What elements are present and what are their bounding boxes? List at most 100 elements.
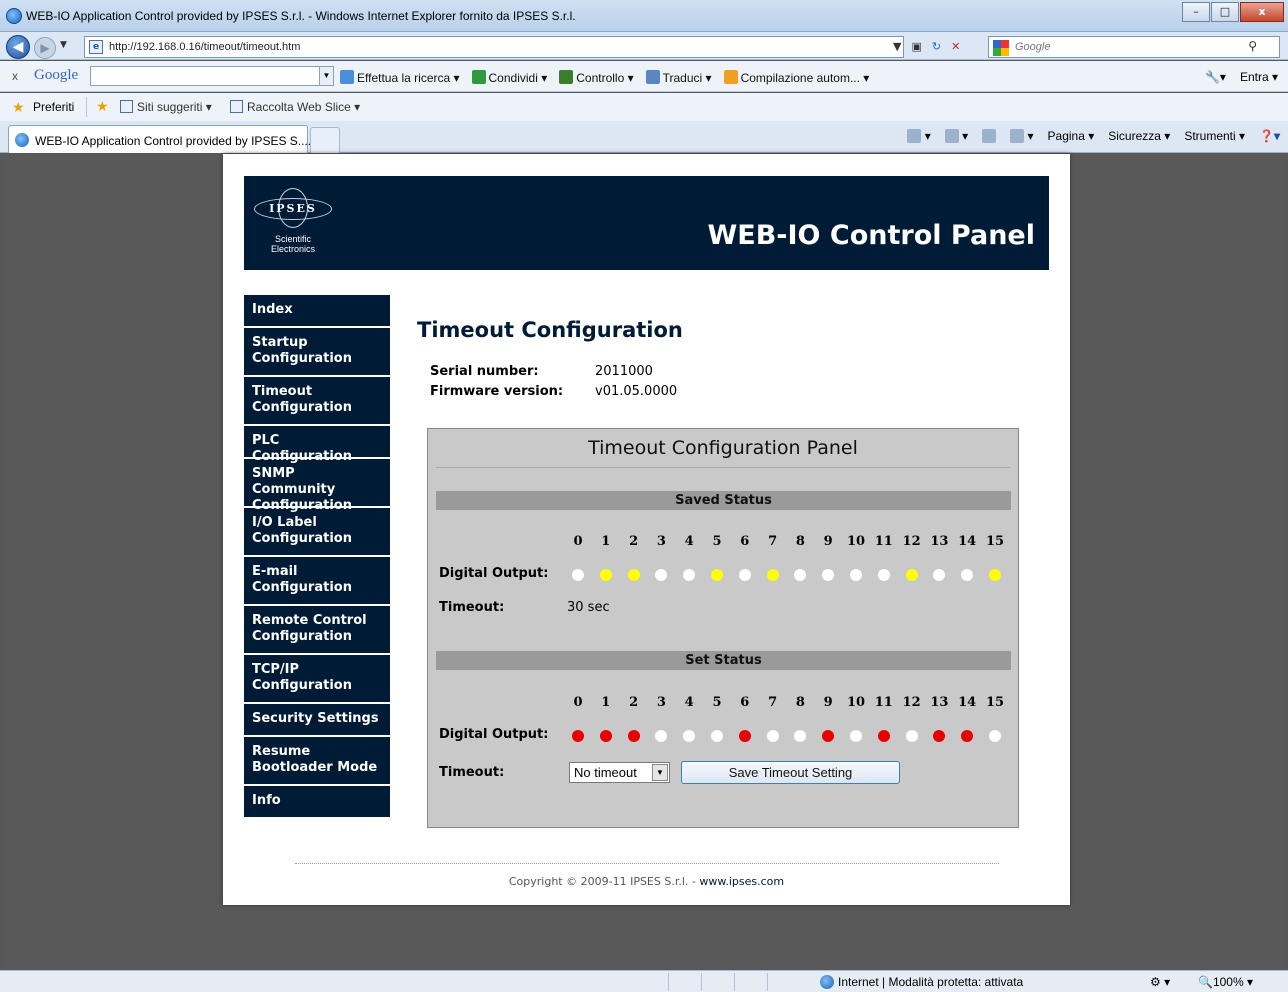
url-text: http://192.168.0.16/timeout/timeout.htm: [109, 41, 301, 53]
set-output-led[interactable]: [794, 730, 807, 742]
google-search-button[interactable]: Effettua la ricerca ▾: [340, 70, 460, 85]
sidebar-item[interactable]: I/O Label Configuration: [244, 508, 390, 557]
help-icon[interactable]: ❓▾: [1259, 129, 1280, 143]
suggested-sites-link[interactable]: Siti suggeriti ▾: [120, 100, 212, 114]
set-output-led[interactable]: [850, 730, 862, 742]
forward-button[interactable]: ▶: [34, 37, 56, 59]
protected-mode-icon[interactable]: ⚙ ▾: [1150, 975, 1170, 989]
set-output-led[interactable]: [822, 730, 835, 742]
tab-active[interactable]: WEB-IO Application Control provided by I…: [8, 125, 311, 153]
security-zone[interactable]: Internet | Modalità protetta: attivata: [820, 975, 1023, 989]
channel-number: 9: [823, 695, 833, 710]
sidebar-item[interactable]: PLC Configuration: [244, 426, 390, 464]
set-output-led[interactable]: [877, 730, 890, 742]
sidebar-item[interactable]: Timeout Configuration: [244, 377, 390, 426]
minimize-button[interactable]: –: [1182, 2, 1210, 22]
sidebar-item[interactable]: SNMP Community Configuration: [244, 459, 390, 513]
google-search-input[interactable]: ▼: [90, 66, 334, 86]
web-slice-gallery-link[interactable]: Raccolta Web Slice ▾: [230, 100, 360, 114]
safety-menu[interactable]: Sicurezza ▾: [1108, 129, 1170, 143]
sidebar-item[interactable]: Info: [244, 786, 390, 819]
check-button[interactable]: Controllo ▾: [559, 70, 634, 85]
new-tab-button[interactable]: [310, 127, 340, 153]
favorites-star-icon[interactable]: ★: [12, 99, 25, 116]
chevron-down-icon[interactable]: ▼: [319, 67, 333, 85]
saved-output-led: [794, 569, 807, 581]
share-button[interactable]: Condividi ▾: [471, 70, 547, 85]
sidebar-item[interactable]: Security Settings: [244, 704, 390, 737]
close-button[interactable]: x: [1240, 2, 1284, 22]
set-output-label: Digital Output:: [439, 727, 549, 742]
set-output-led[interactable]: [627, 730, 640, 742]
set-status-header: Set Status: [436, 651, 1011, 670]
channel-number: 2: [629, 695, 639, 710]
save-timeout-button[interactable]: Save Timeout Setting: [681, 761, 900, 784]
url-dropdown-icon[interactable]: ▼: [893, 40, 901, 53]
sidebar-item[interactable]: Resume Bootloader Mode: [244, 737, 390, 786]
close-toolbar-icon[interactable]: x: [12, 69, 18, 83]
saved-output-led: [627, 569, 640, 581]
google-toolbar-right: 🔧▾ Entra ▾: [1205, 70, 1278, 84]
maximize-button[interactable]: □: [1211, 2, 1239, 22]
home-icon[interactable]: ▾: [907, 129, 931, 143]
favorites-bar: ★ Preferiti ★ Siti suggeriti ▾ Raccolta …: [0, 93, 1288, 121]
recent-pages-dropdown[interactable]: ▼: [60, 40, 67, 50]
channel-number: 5: [712, 695, 722, 710]
autofill-button[interactable]: Compilazione autom... ▾: [723, 70, 869, 85]
page-icon: [120, 100, 133, 113]
set-output-led[interactable]: [572, 730, 584, 742]
sidebar-item[interactable]: Remote Control Configuration: [244, 606, 390, 655]
window-controls: – □ x: [1181, 2, 1284, 22]
set-output-led[interactable]: [655, 730, 668, 742]
search-icon[interactable]: ⚲: [1248, 39, 1257, 53]
sidebar-item-label-2: Configuration: [252, 400, 352, 415]
back-button[interactable]: ◀: [6, 35, 30, 59]
google-logo[interactable]: Google: [34, 67, 78, 84]
saved-output-led: [683, 569, 696, 581]
sidebar-item[interactable]: Startup Configuration: [244, 328, 390, 377]
feeds-icon[interactable]: ▾: [944, 129, 968, 143]
chevron-down-icon[interactable]: ▼: [652, 764, 668, 781]
set-output-led[interactable]: [905, 730, 918, 742]
add-favorite-icon[interactable]: ★: [96, 98, 109, 115]
page-title: Timeout Configuration: [417, 318, 683, 342]
sidebar-item[interactable]: TCP/IP Configuration: [244, 655, 390, 704]
favorites-button[interactable]: Preferiti: [33, 100, 74, 114]
url-field[interactable]: e http://192.168.0.16/timeout/timeout.ht…: [84, 36, 904, 58]
set-output-led[interactable]: [738, 730, 751, 742]
stop-icon[interactable]: ✕: [951, 40, 960, 53]
channel-number: 3: [656, 695, 666, 710]
set-output-led[interactable]: [683, 730, 696, 742]
window-title: WEB-IO Application Control provided by I…: [26, 9, 576, 23]
set-output-led[interactable]: [766, 730, 779, 742]
tools-menu[interactable]: Strumenti ▾: [1184, 129, 1245, 143]
compatibility-icon[interactable]: ▣: [911, 40, 921, 53]
search-input[interactable]: Google ⚲: [988, 36, 1280, 58]
saved-status-header: Saved Status: [436, 491, 1011, 510]
zoom-level[interactable]: 🔍100% ▾: [1198, 975, 1253, 989]
channel-number: 5: [712, 534, 722, 549]
wrench-icon[interactable]: 🔧▾: [1205, 70, 1226, 84]
copyright-text: Copyright © 2009-11 IPSES S.r.l. -: [508, 875, 700, 888]
set-output-led[interactable]: [711, 730, 723, 742]
sidebar-item-label: Resume: [252, 744, 311, 759]
ipses-link[interactable]: www.ipses.com: [699, 875, 784, 888]
browser-viewport: IPSES Scientific Electronics WEB-IO Cont…: [4, 154, 1284, 968]
set-output-led[interactable]: [961, 730, 974, 742]
page-icon: e: [89, 40, 103, 54]
print-icon[interactable]: ▾: [1010, 129, 1034, 143]
set-output-led[interactable]: [989, 730, 1001, 742]
translate-button[interactable]: Traduci ▾: [645, 70, 712, 85]
mail-icon[interactable]: [982, 129, 997, 143]
page-menu[interactable]: Pagina ▾: [1048, 129, 1095, 143]
sidebar-item[interactable]: Index: [244, 295, 390, 328]
timeout-select[interactable]: No timeout ▼: [569, 762, 670, 783]
channel-number: 6: [740, 695, 750, 710]
signin-button[interactable]: Entra ▾: [1240, 70, 1278, 84]
set-output-led[interactable]: [933, 730, 946, 742]
sidebar-item[interactable]: E-mail Configuration: [244, 557, 390, 606]
panel-divider: [436, 467, 1010, 468]
firmware-label: Firmware version:: [430, 384, 564, 399]
refresh-icon[interactable]: ↻: [932, 40, 941, 53]
set-output-led[interactable]: [599, 730, 612, 742]
